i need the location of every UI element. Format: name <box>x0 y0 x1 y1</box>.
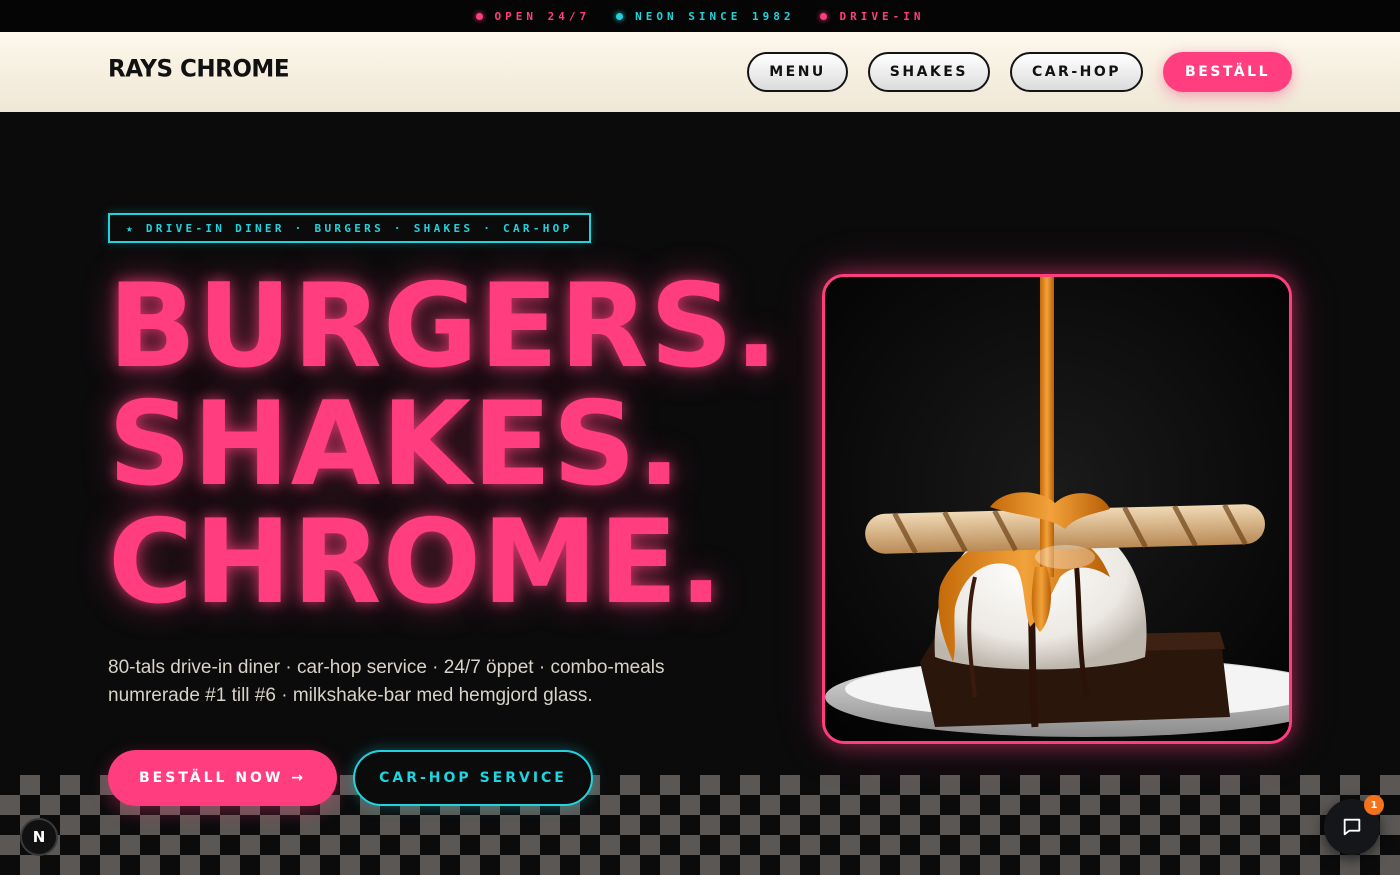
car-hop-service-button[interactable]: CAR-HOP SERVICE <box>353 750 593 806</box>
headline-line-shakes: SHAKES. <box>108 377 683 512</box>
order-now-button[interactable]: BESTÄLL NOW → <box>108 750 337 806</box>
hero-photo-ice-cream <box>822 274 1292 744</box>
hero-headline: BURGERS. SHAKES. CHROME. <box>108 268 779 622</box>
headline-line-burgers: BURGERS. <box>108 259 780 394</box>
ticker-item-neon: NEON SINCE 1982 <box>616 10 794 23</box>
headline-line-chrome: CHROME. <box>108 495 724 630</box>
status-dot-icon <box>820 12 828 20</box>
site-header: RAYS CHROME MENU SHAKES CAR-HOP BESTÄLL <box>0 32 1400 112</box>
chat-bubble-icon <box>1343 818 1361 836</box>
n-logo-badge[interactable]: N <box>20 818 58 856</box>
top-ticker-bar: OPEN 24/7 NEON SINCE 1982 DRIVE-IN <box>0 0 1400 32</box>
hero-description: 80-tals drive-in diner · car-hop service… <box>108 657 665 706</box>
chat-unread-count-badge: 1 <box>1364 795 1384 815</box>
main-nav: MENU SHAKES CAR-HOP BESTÄLL <box>747 52 1292 92</box>
ticker-item-drive-in: DRIVE-IN <box>820 10 924 23</box>
ticker-label: OPEN 24/7 <box>494 9 591 23</box>
site-logo[interactable]: RAYS CHROME <box>108 55 290 82</box>
status-dot-icon <box>616 12 624 20</box>
ticker-item-open: OPEN 24/7 <box>475 9 591 23</box>
nav-shakes-button[interactable]: SHAKES <box>867 52 990 92</box>
status-dot-icon <box>475 12 483 20</box>
nav-order-button[interactable]: BESTÄLL <box>1163 52 1292 92</box>
ice-cream-brownie-photo <box>825 277 1289 741</box>
ticker-label: DRIVE-IN <box>839 9 925 23</box>
nav-menu-button[interactable]: MENU <box>747 52 848 92</box>
ticker-label: NEON SINCE 1982 <box>635 9 795 23</box>
nav-car-hop-button[interactable]: CAR-HOP <box>1009 52 1144 92</box>
hero-tagline-badge: ★ DRIVE-IN DINER · BURGERS · SHAKES · CA… <box>108 213 591 243</box>
